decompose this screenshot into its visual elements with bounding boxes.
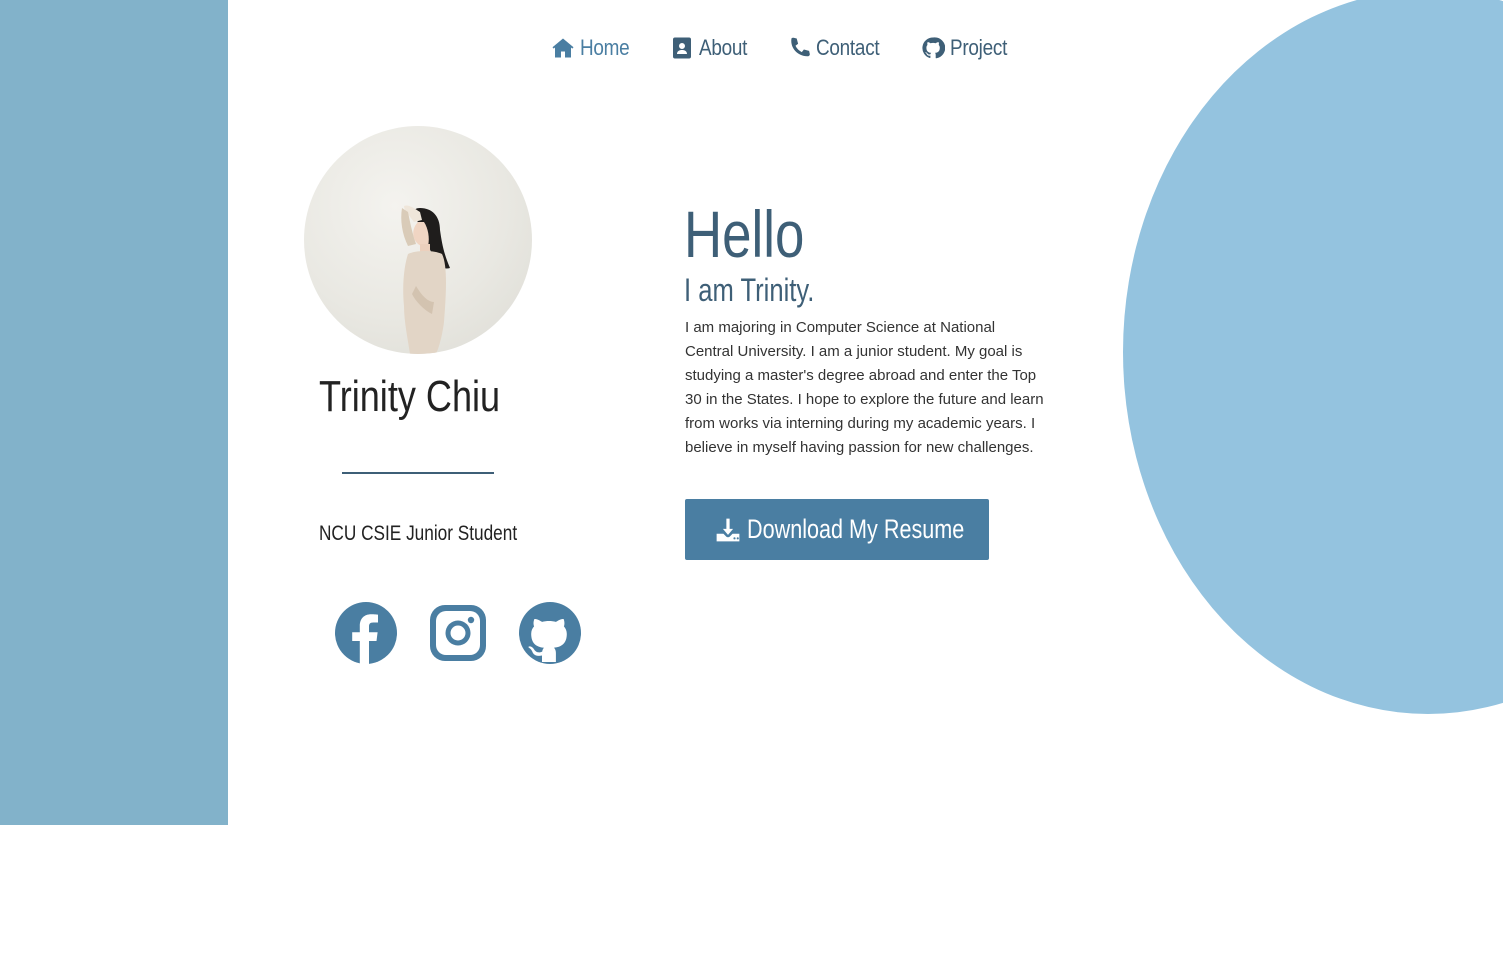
bio-paragraph: I am majoring in Computer Science at Nat… [685, 319, 1044, 456]
github-icon [519, 602, 581, 664]
page: Home About Contact Project Trinity Chiu … [0, 0, 1503, 957]
instagram-icon [430, 605, 486, 661]
download-resume-label: Download My Resume [747, 514, 965, 544]
nav-contact[interactable]: Contact [787, 35, 890, 61]
download-resume-button[interactable]: Download My Resume [685, 499, 989, 560]
decorative-blob [1123, 0, 1503, 714]
github-link[interactable] [518, 601, 582, 665]
left-decorative-strip [0, 0, 228, 825]
name-divider [342, 472, 494, 474]
profile-photo [401, 205, 450, 354]
contact-card-icon [672, 37, 691, 59]
nav-project[interactable]: Project [921, 35, 1016, 61]
nav-contact-label: Contact [815, 35, 880, 60]
top-nav: Home About Contact Project [551, 30, 1017, 66]
phone-icon [790, 37, 810, 57]
nav-home-label: Home [580, 35, 630, 60]
github-icon [922, 37, 946, 59]
profile-name: Trinity Chiu [319, 372, 501, 421]
greeting-heading: Hello [684, 197, 805, 271]
facebook-link[interactable] [334, 601, 398, 665]
avatar [304, 126, 532, 354]
nav-home[interactable]: Home [551, 35, 638, 61]
instagram-link[interactable] [426, 601, 490, 665]
nav-about-label: About [698, 35, 747, 60]
intro-heading: I am Trinity. [684, 272, 815, 308]
nav-project-label: Project [950, 35, 1008, 60]
nav-about[interactable]: About [670, 35, 755, 61]
facebook-icon [335, 602, 397, 664]
home-icon [552, 38, 574, 58]
download-icon [716, 518, 740, 541]
profile-subtitle: NCU CSIE Junior Student [319, 522, 518, 545]
social-links [334, 601, 582, 665]
